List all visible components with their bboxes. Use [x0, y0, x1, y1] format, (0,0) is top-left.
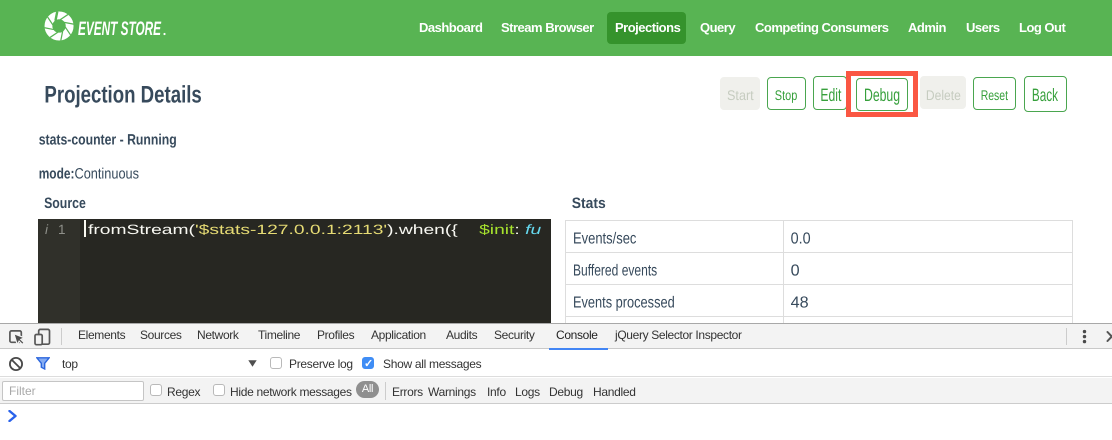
- svg-text:mode:: mode:: [39, 165, 75, 182]
- svg-text:Start: Start: [727, 87, 754, 103]
- svg-text:0: 0: [791, 263, 800, 280]
- svg-text:Delete: Delete: [926, 87, 961, 103]
- svg-text:Events processed: Events processed: [573, 295, 675, 312]
- svg-text:Events/sec: Events/sec: [573, 231, 636, 248]
- svg-text:Source: Source: [44, 195, 86, 212]
- svg-text:0.0: 0.0: [791, 231, 811, 248]
- svg-text:EVENT STORE: EVENT STORE: [78, 18, 162, 40]
- svg-text:Reset: Reset: [981, 87, 1008, 103]
- svg-text:48: 48: [791, 295, 809, 312]
- svg-text:Back: Back: [1032, 85, 1059, 105]
- svg-text:stats-counter - Running: stats-counter - Running: [39, 132, 177, 149]
- svg-text:Stats: Stats: [572, 195, 606, 212]
- svg-text:Debug: Debug: [864, 85, 900, 105]
- svg-text:Edit: Edit: [820, 85, 841, 105]
- svg-text:Buffered events: Buffered events: [573, 263, 657, 280]
- svg-text:Projection Details: Projection Details: [44, 82, 201, 109]
- svg-text:Continuous: Continuous: [75, 165, 140, 182]
- svg-text:Stop: Stop: [775, 87, 798, 103]
